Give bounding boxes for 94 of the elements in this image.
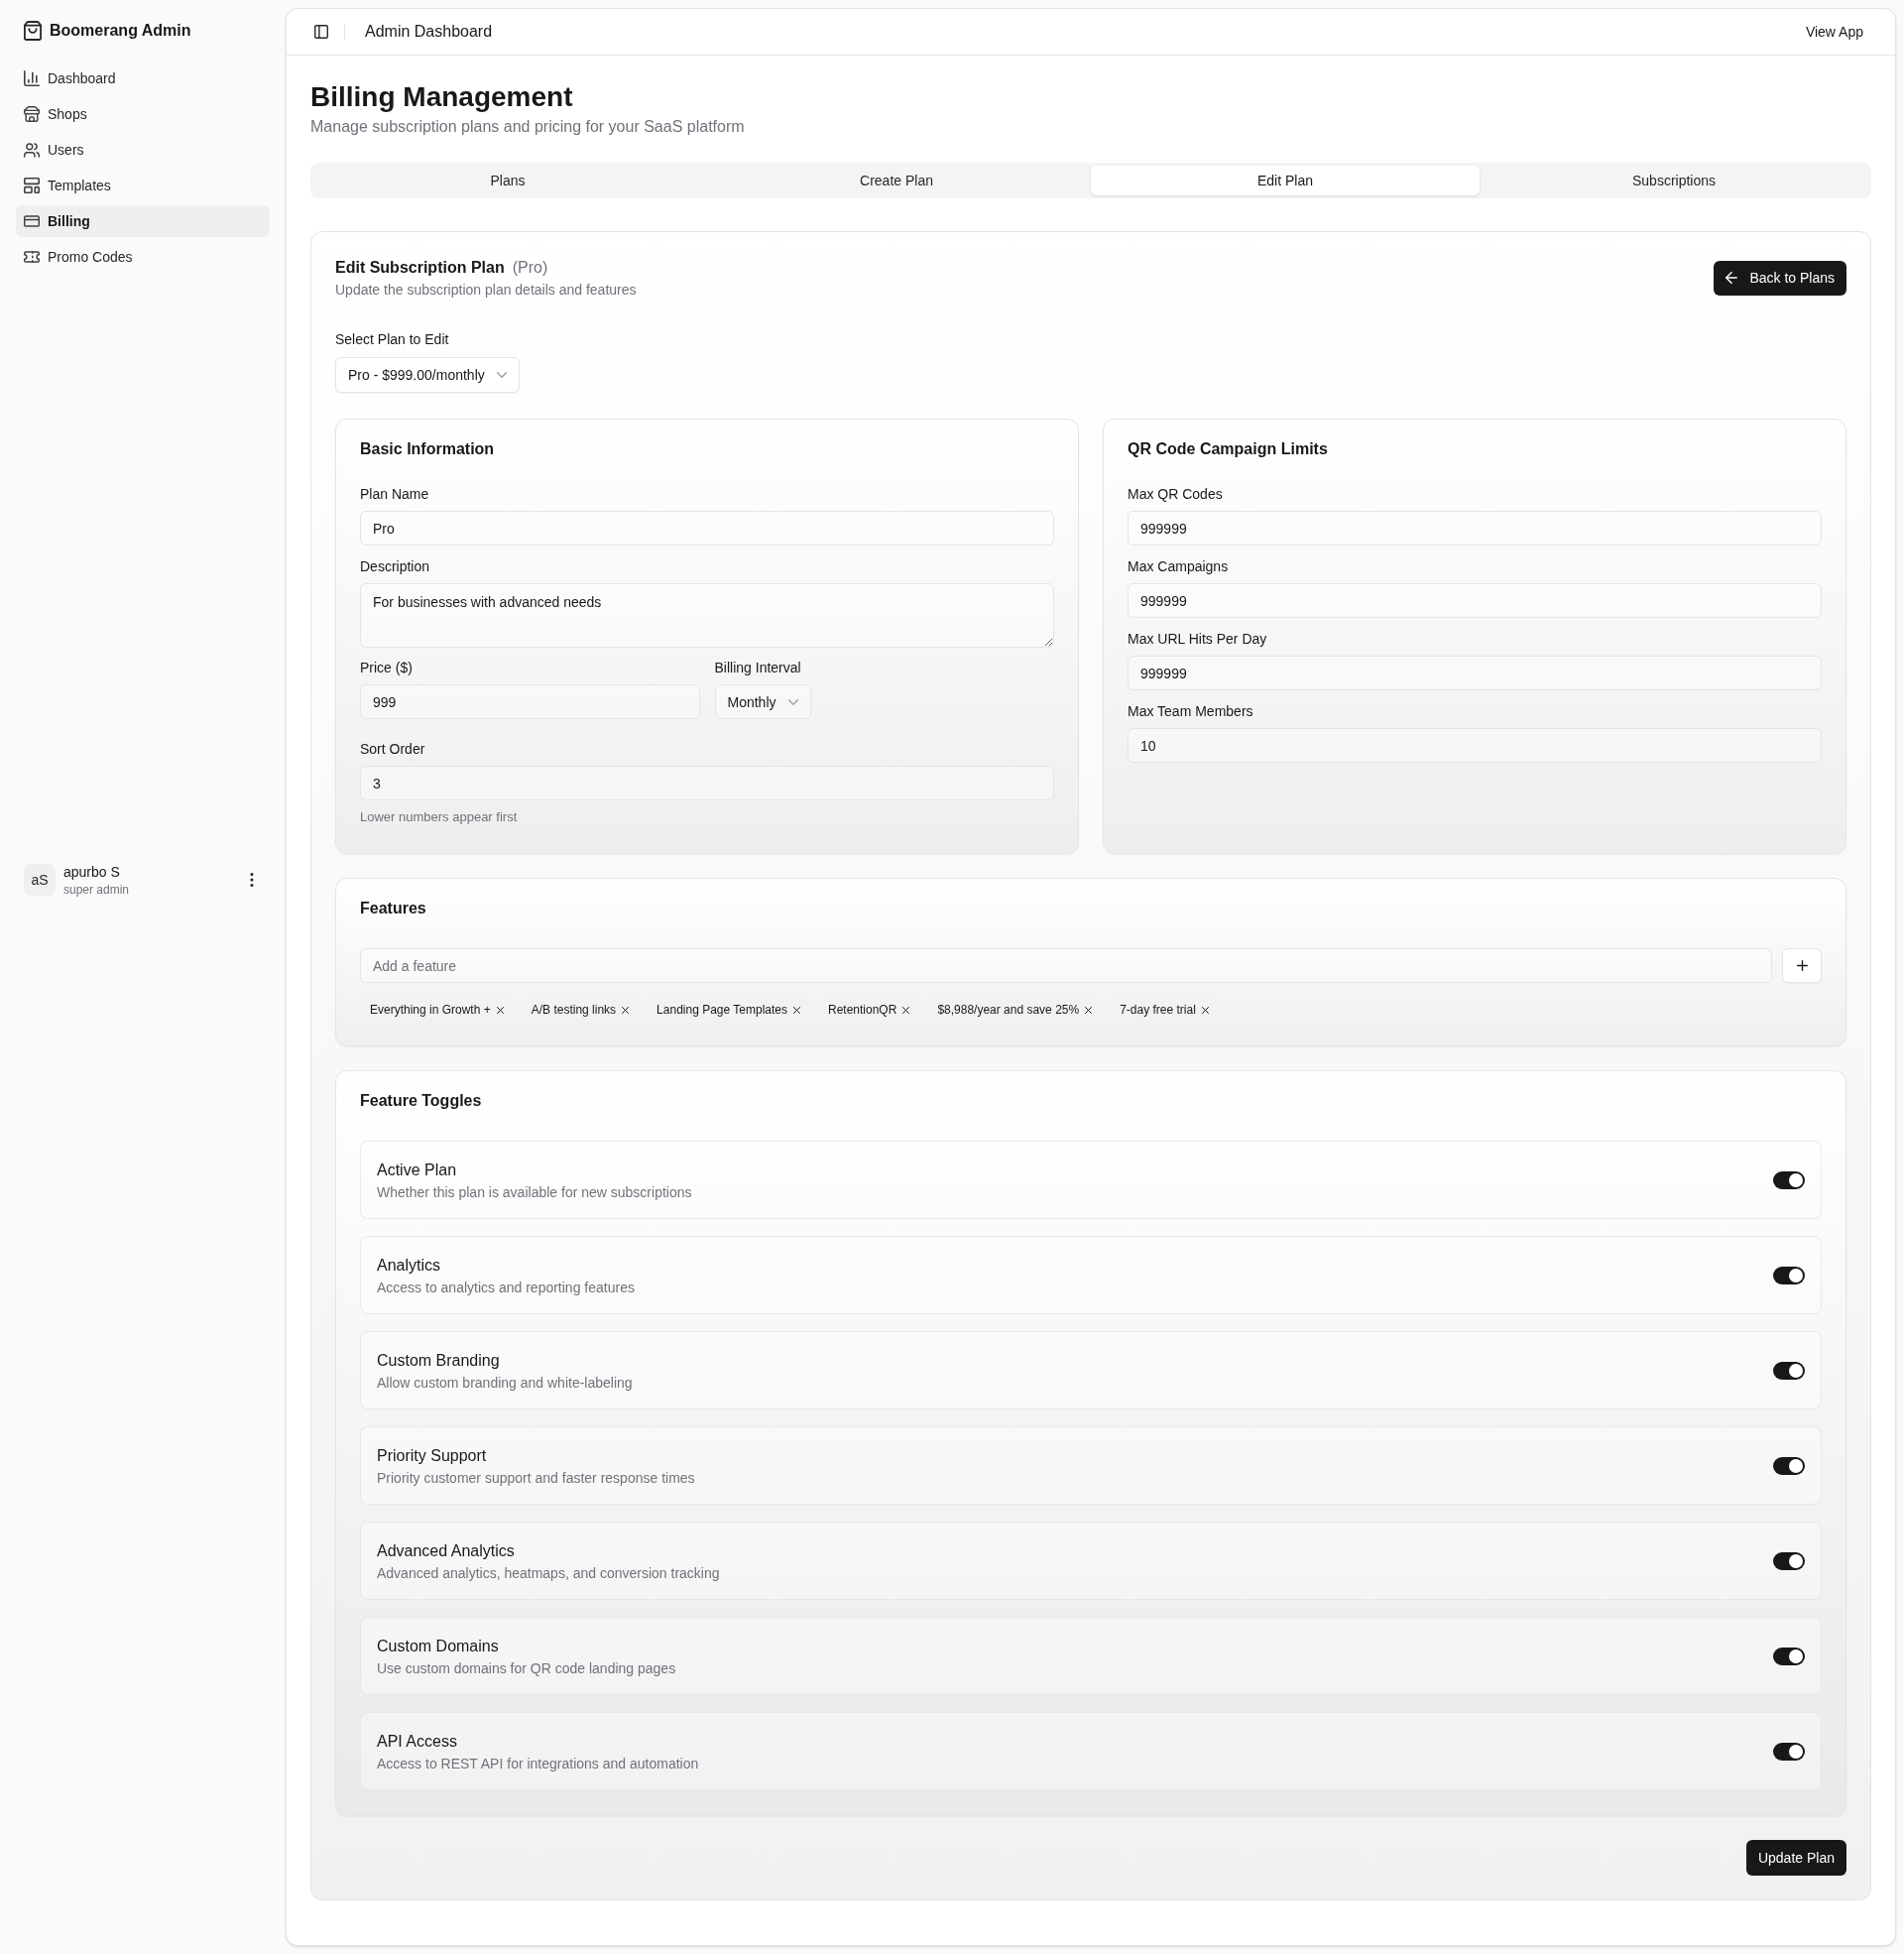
close-icon[interactable] <box>902 1006 910 1014</box>
user-name: apurbo S <box>63 863 121 882</box>
close-icon[interactable] <box>1201 1006 1209 1014</box>
toggle-title: Custom Domains <box>377 1636 500 1656</box>
section-title: Feature Toggles <box>360 1091 483 1111</box>
toggle-description: Use custom domains for QR code landing pages <box>377 1658 676 1678</box>
ticket-icon <box>24 251 40 263</box>
number-input[interactable]: 999999 <box>1128 583 1822 618</box>
current-plan-label: (Pro) <box>512 258 548 278</box>
toggle-switch[interactable] <box>1773 1170 1805 1189</box>
toggle-switch[interactable] <box>1773 1647 1805 1665</box>
feature-name: 7-day free trial <box>1120 1002 1196 1018</box>
number-input[interactable]: 10 <box>1128 728 1822 763</box>
page-subtitle: Manage subscription plans and pricing for your SaaS platform <box>310 117 746 137</box>
toggle-description: Priority customer support and faster response times <box>377 1468 695 1488</box>
feature-name: RetentionQR <box>828 1002 897 1018</box>
users-icon <box>24 142 40 158</box>
toggle-switch[interactable] <box>1773 1742 1805 1761</box>
section-title: Basic Information <box>360 439 496 459</box>
toggle-switch[interactable] <box>1773 1551 1805 1570</box>
update-plan-button[interactable]: Update Plan <box>1745 1840 1846 1876</box>
toggle-title: Analytics <box>377 1255 442 1276</box>
feature-name: $8,988/year and save 25% <box>937 1002 1080 1018</box>
sidebar-item[interactable]: Shops <box>16 98 270 130</box>
tab[interactable]: Create Plan <box>702 166 1091 195</box>
feature-input[interactable]: Add a feature <box>360 948 1772 983</box>
sidebar-toggle-icon[interactable] <box>314 25 328 39</box>
user-role: super admin <box>63 882 131 898</box>
close-icon[interactable] <box>496 1006 504 1014</box>
section-title: Features <box>360 899 427 918</box>
sidebar-item[interactable]: Billing <box>16 205 270 237</box>
feature-name: A/B testing links <box>531 1002 617 1018</box>
toggle-title: Advanced Analytics <box>377 1540 516 1561</box>
user-avatar: aS <box>24 864 56 896</box>
field-label: Max URL Hits Per Day <box>1128 630 1268 649</box>
toggle-title: Active Plan <box>377 1160 458 1180</box>
field-label: Sort Order <box>360 740 426 759</box>
field-label: Max QR Codes <box>1128 485 1224 504</box>
field-hint: Lower numbers appear first <box>360 808 519 826</box>
sort-order-input[interactable]: 3 <box>360 766 1054 800</box>
tab[interactable]: Plans <box>313 166 702 195</box>
toggle-title: Priority Support <box>377 1445 488 1466</box>
sidebar-item[interactable]: Dashboard <box>16 62 270 94</box>
back-button[interactable]: Back to Plans <box>1714 260 1846 296</box>
toggle-description: Whether this plan is available for new subscriptions <box>377 1182 692 1202</box>
shopping-bag-icon <box>24 21 42 41</box>
sidebar-item[interactable]: Users <box>16 134 270 166</box>
plus-icon <box>1796 960 1808 971</box>
toggle-switch[interactable] <box>1773 1266 1805 1284</box>
storefront-icon <box>24 106 40 122</box>
plan-name-input[interactable]: Pro <box>360 511 1054 546</box>
section-title: QR Code Campaign Limits <box>1128 439 1329 459</box>
toggle-description: Access to analytics and reporting features <box>377 1278 635 1297</box>
chevron-down-icon <box>496 372 507 378</box>
toggle-switch[interactable] <box>1773 1456 1805 1475</box>
toggle-title: API Access <box>377 1731 458 1752</box>
view-app-link[interactable]: View App <box>1793 16 1875 48</box>
number-input[interactable]: 999999 <box>1128 511 1822 546</box>
chevron-down-icon <box>787 698 798 705</box>
billing-interval-select[interactable]: Monthly <box>714 684 811 719</box>
brand-name: Boomerang Admin <box>50 21 191 41</box>
field-label: Price ($) <box>360 659 414 677</box>
sidebar-item[interactable]: Templates <box>16 170 270 201</box>
plan-select[interactable]: Pro - $999.00/monthly <box>335 357 520 393</box>
price-input[interactable]: 999 <box>360 684 700 719</box>
toggle-description: Access to REST API for integrations and automation <box>377 1754 699 1773</box>
field-label: Select Plan to Edit <box>335 330 450 349</box>
field-label: Description <box>360 557 431 576</box>
bar-chart-icon <box>24 70 40 86</box>
close-icon[interactable] <box>793 1006 800 1014</box>
layout-icon <box>24 178 40 193</box>
card-subtitle: Update the subscription plan details and features <box>335 281 637 300</box>
close-icon[interactable] <box>1085 1006 1093 1014</box>
tab[interactable]: Subscriptions <box>1480 166 1868 195</box>
field-label: Plan Name <box>360 485 430 504</box>
card-title: Edit Subscription Plan <box>335 258 505 278</box>
credit-card-icon <box>24 215 40 227</box>
description-textarea[interactable]: For businesses with advanced needs <box>360 583 1054 648</box>
more-options-icon[interactable] <box>250 873 254 887</box>
toggle-switch[interactable] <box>1773 1361 1805 1380</box>
field-label: Billing Interval <box>714 659 802 677</box>
page-header-title: Admin Dashboard <box>365 22 493 42</box>
sidebar-item[interactable]: Promo Codes <box>16 241 270 273</box>
field-label: Max Campaigns <box>1128 557 1230 576</box>
feature-name: Landing Page Templates <box>656 1002 787 1018</box>
toggle-description: Advanced analytics, heatmaps, and conversion tracking <box>377 1563 720 1583</box>
feature-name: Everything in Growth + <box>370 1002 491 1018</box>
number-input[interactable]: 999999 <box>1128 656 1822 690</box>
tab[interactable]: Edit Plan <box>1091 166 1480 195</box>
page-title: Billing Management <box>310 80 574 114</box>
close-icon[interactable] <box>622 1006 630 1014</box>
field-label: Max Team Members <box>1128 702 1254 721</box>
toggle-title: Custom Branding <box>377 1350 501 1371</box>
toggle-description: Allow custom branding and white-labeling <box>377 1373 633 1393</box>
